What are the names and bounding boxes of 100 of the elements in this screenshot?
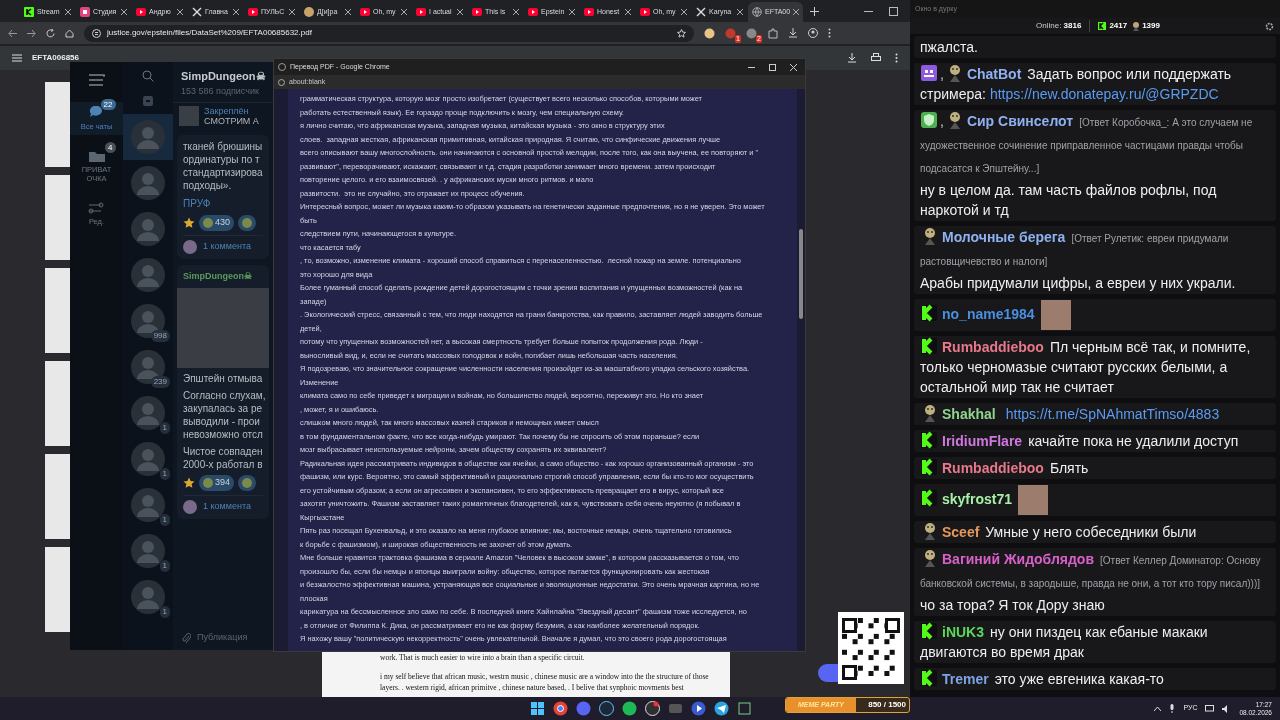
reaction-pill[interactable]: 430 [199,215,235,231]
close-icon[interactable] [345,9,351,15]
reaction-pill[interactable] [238,215,257,231]
star-icon[interactable] [183,217,195,229]
plus-icon[interactable] [810,7,819,16]
close-icon[interactable] [569,9,575,15]
close-icon[interactable] [790,63,797,71]
extension-icon[interactable] [746,27,757,39]
back-arrow-icon[interactable] [8,28,17,38]
unread-badge: 1 [159,422,170,434]
site-info-icon[interactable] [92,28,101,38]
star-icon[interactable] [183,476,195,489]
address-bar[interactable]: justice.gov/epstein/files/DataSet%209/EFTA00685632.pdf [84,24,694,42]
app-icon[interactable] [622,701,637,716]
app-icon[interactable] [599,701,614,716]
app-icon[interactable] [714,701,729,716]
kick-logo-icon [1098,22,1107,30]
microphone-icon[interactable] [1169,704,1176,713]
settings-icon[interactable] [1265,21,1274,31]
globe-icon [278,63,286,71]
scrollbar-track[interactable] [797,89,805,651]
app-icon[interactable] [645,701,660,716]
username[interactable]: Rumbaddieboo [942,339,1044,355]
close-icon[interactable] [289,9,295,15]
scrollbar-thumb[interactable] [799,229,803,319]
download-icon[interactable] [788,28,798,38]
reload-icon[interactable] [46,28,55,38]
page-thumbnail[interactable] [45,175,70,260]
chat-list-item[interactable]: 1 [123,482,173,528]
page-thumbnail[interactable] [45,268,70,353]
chat-list-item[interactable]: 1 [123,574,173,620]
link[interactable]: https://new.donatepay.ru/@GRPZDC [989,86,1219,102]
profile-icon[interactable] [808,28,818,38]
comments-link[interactable]: 1 коммента [203,240,251,254]
username[interactable]: Молочные берега [942,229,1066,245]
page-thumbnail[interactable] [45,361,70,446]
emoji-icon [203,218,213,228]
download-icon[interactable] [847,53,857,63]
post-text-line: выводили - прои [183,414,261,428]
link[interactable]: https://t.me/SpNAhmatTimso/4883 [1005,406,1220,422]
username[interactable]: ChatBot [966,66,1022,82]
maximize-icon[interactable] [889,7,898,16]
pinned-label: Закреплён [204,106,250,116]
chat-list-item[interactable]: 998 [123,298,173,344]
close-icon[interactable] [401,9,407,15]
pinned-message[interactable]: Закреплён СМОТРИМ А [173,102,273,129]
more-menu-icon[interactable] [828,28,831,38]
monitor-icon[interactable] [1205,704,1215,713]
page-thumbnail[interactable] [45,82,70,167]
username[interactable]: Tremer [942,671,989,687]
close-icon[interactable] [233,9,239,15]
search-icon[interactable] [142,70,154,82]
pill-button[interactable] [818,664,838,682]
reaction-pill[interactable] [238,474,257,491]
username[interactable]: iNUK3 [942,624,984,640]
menu-icon[interactable] [88,74,105,86]
star-icon[interactable] [677,28,686,38]
close-icon[interactable] [177,9,183,15]
globe-icon [752,7,762,17]
home-icon[interactable] [65,28,74,38]
username[interactable]: Shakhal [942,406,996,422]
photo-placeholder [179,106,199,126]
close-icon[interactable] [121,9,127,15]
username[interactable]: Sceef [942,524,980,540]
chat-list-item[interactable]: 1 [123,528,173,574]
chat-list-item[interactable]: 1 [123,390,173,436]
app-icon[interactable] [553,701,568,716]
close-icon[interactable] [513,9,519,15]
windows-logo-icon[interactable] [530,701,545,716]
maximize-icon[interactable] [769,63,776,71]
username[interactable]: no_name1984 [942,305,1035,322]
username[interactable]: Сир Свинселот [966,113,1074,129]
close-icon[interactable] [457,9,463,15]
proof-link[interactable]: ПРУФ [183,196,263,211]
username[interactable]: Вагиний Жидоблядов [942,551,1094,567]
extension-icon[interactable] [704,27,715,39]
site-info-icon[interactable] [278,78,285,86]
comments-link[interactable]: 1 коммента [203,499,251,514]
page-thumbnail[interactable] [45,547,70,632]
chat-list-item[interactable]: 239 [123,344,173,390]
play-logo-icon [248,7,258,17]
username[interactable]: IridiumFlare [942,433,1023,449]
reaction-pill[interactable]: 394 [199,474,235,491]
paperclip-icon[interactable] [181,632,191,644]
app-icon[interactable] [691,701,706,716]
username[interactable]: skyfrost71 [942,490,1013,507]
print-icon[interactable] [871,53,881,63]
close-icon[interactable] [681,9,687,15]
close-icon[interactable] [793,9,799,15]
more-menu-icon[interactable] [895,53,898,63]
message-input[interactable]: Публикация [197,631,265,645]
chat-list-item[interactable]: 1 [123,436,173,482]
forward-arrow-icon[interactable] [27,28,36,38]
close-icon[interactable] [65,9,71,15]
close-icon[interactable] [625,9,631,15]
extension-icon[interactable] [767,27,778,39]
close-icon[interactable] [737,9,743,15]
username[interactable]: Rumbaddieboo [942,460,1044,476]
chevron-up-icon[interactable] [1154,706,1162,711]
page-thumbnail[interactable] [45,454,70,539]
